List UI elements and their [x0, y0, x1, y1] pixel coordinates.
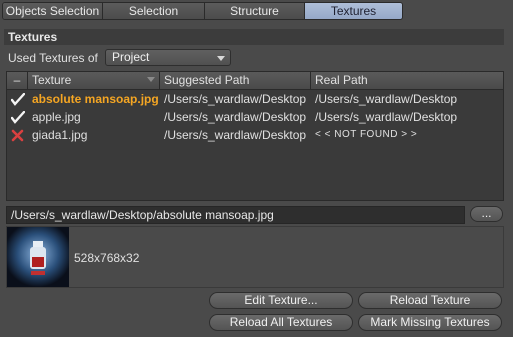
- header-texture-label: Texture: [32, 73, 72, 87]
- header-real-path[interactable]: Real Path: [311, 72, 503, 89]
- header-status[interactable]: –: [7, 72, 28, 89]
- texture-path-field[interactable]: /Users/s_wardlaw/Desktop/absolute mansoa…: [6, 206, 465, 224]
- suggested-path: /Users/s_wardlaw/Desktop: [164, 92, 307, 106]
- checkmark-icon: [7, 108, 28, 126]
- textures-table: – Texture Suggested Path Real Path absol…: [6, 71, 504, 201]
- sort-arrow-icon: [147, 77, 155, 82]
- table-row[interactable]: absolute mansoap.jpg /Users/s_wardlaw/De…: [7, 90, 503, 108]
- reload-all-textures-button[interactable]: Reload All Textures: [209, 314, 353, 331]
- real-path: /Users/s_wardlaw/Desktop: [315, 110, 458, 124]
- texture-preview-area: 528x768x32: [6, 226, 504, 288]
- texture-name: giada1.jpg: [32, 128, 88, 142]
- missing-x-icon: [7, 126, 28, 144]
- dropdown-value: Project: [112, 50, 150, 64]
- edit-texture-button[interactable]: Edit Texture...: [209, 292, 353, 309]
- chevron-down-icon: [217, 56, 225, 61]
- tab-textures[interactable]: Textures: [305, 3, 402, 19]
- texture-dimensions: 528x768x32: [74, 251, 140, 265]
- reload-texture-button[interactable]: Reload Texture: [358, 292, 502, 309]
- table-row[interactable]: apple.jpg /Users/s_wardlaw/Desktop /User…: [7, 108, 503, 126]
- header-suggested-path[interactable]: Suggested Path: [160, 72, 311, 89]
- table-row[interactable]: giada1.jpg /Users/s_wardlaw/Desktop < < …: [7, 126, 503, 144]
- texture-thumbnail: [7, 227, 69, 287]
- section-title: Textures: [4, 29, 504, 45]
- real-path: < < NOT FOUND > >: [315, 129, 418, 140]
- checkmark-icon: [7, 90, 28, 108]
- tab-selection[interactable]: Selection: [103, 3, 205, 19]
- suggested-path: /Users/s_wardlaw/Desktop: [164, 128, 307, 142]
- tab-structure[interactable]: Structure: [205, 3, 305, 19]
- table-header: – Texture Suggested Path Real Path: [7, 72, 503, 90]
- suggested-path: /Users/s_wardlaw/Desktop: [164, 110, 307, 124]
- real-path: /Users/s_wardlaw/Desktop: [315, 92, 458, 106]
- tab-bar: Objects Selection Selection Structure Te…: [2, 2, 403, 20]
- browse-button[interactable]: ...: [470, 206, 503, 222]
- mark-missing-textures-button[interactable]: Mark Missing Textures: [358, 314, 502, 331]
- header-texture[interactable]: Texture: [28, 72, 160, 89]
- texture-name: absolute mansoap.jpg: [32, 92, 159, 106]
- tab-objects-selection[interactable]: Objects Selection: [3, 3, 103, 19]
- used-textures-dropdown[interactable]: Project: [105, 49, 231, 66]
- used-textures-label: Used Textures of: [8, 51, 98, 65]
- texture-name: apple.jpg: [32, 110, 81, 124]
